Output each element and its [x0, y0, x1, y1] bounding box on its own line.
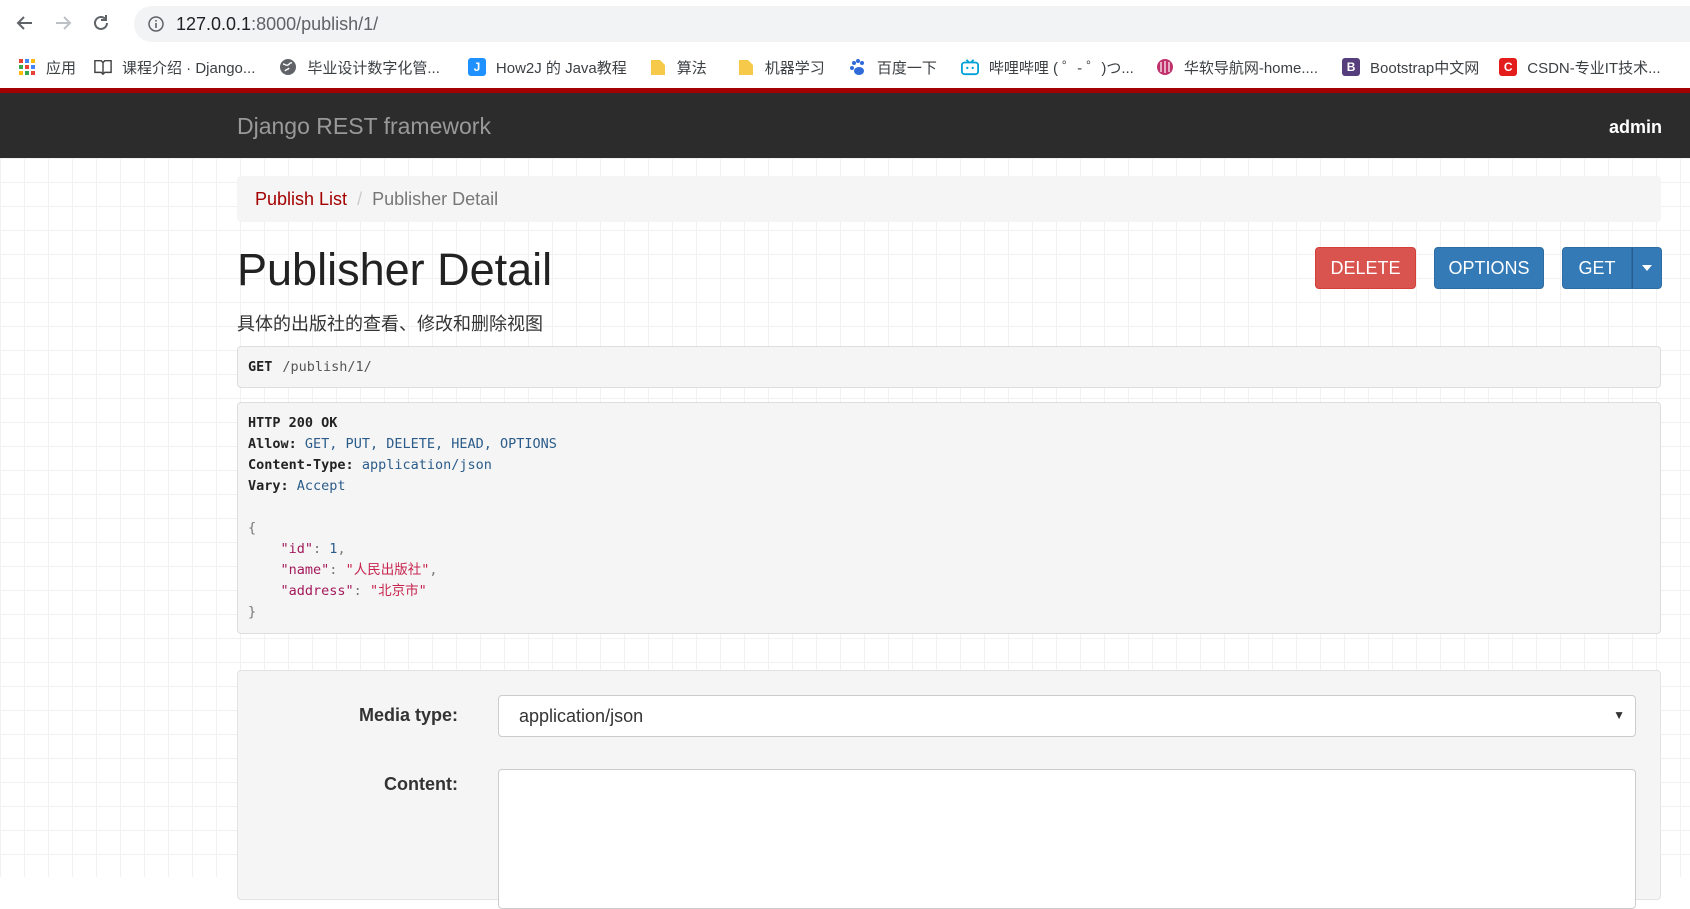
reload-icon	[94, 15, 108, 30]
header-key: Vary:	[248, 478, 289, 494]
json-close-brace: }	[248, 604, 257, 620]
bookmark-label: Bootstrap中文网	[1370, 59, 1480, 77]
csdn-c-icon: C	[1499, 58, 1518, 76]
request-path: /publish/1/	[282, 359, 372, 375]
header-key: Allow:	[248, 436, 297, 452]
bookmark-machine-learning[interactable]: 机器学习	[737, 57, 825, 78]
site-info-icon[interactable]	[148, 16, 164, 32]
header-value: GET, PUT, DELETE, HEAD, OPTIONS	[304, 436, 557, 452]
bookmark-huaruan[interactable]: 华软导航网-home....	[1156, 57, 1318, 78]
baidu-paw-icon	[849, 58, 867, 76]
response-header: Vary: Accept	[248, 476, 1650, 497]
breadcrumb-publish-list[interactable]: Publish List	[255, 189, 347, 210]
bookmark-label: 华软导航网-home....	[1183, 59, 1319, 77]
arrow-left-icon	[16, 16, 32, 30]
response-header: Content-Type: application/json	[248, 455, 1650, 476]
huaruan-logo-icon	[1156, 58, 1174, 76]
bookmark-how2j[interactable]: J How2J 的 Java教程	[467, 57, 627, 78]
book-icon	[94, 58, 112, 76]
url-path: :8000/publish/1/	[251, 13, 379, 34]
header-key: Content-Type:	[248, 457, 354, 473]
bookmark-django-course[interactable]: 课程介绍 · Django...	[94, 57, 255, 78]
json-line-name: "name": "人民出版社",	[280, 562, 438, 578]
forward-button[interactable]	[50, 10, 76, 36]
bookmark-algorithms[interactable]: 算法	[649, 57, 707, 78]
delete-button[interactable]: DELETE	[1315, 247, 1416, 289]
navbar-user[interactable]: admin	[1609, 117, 1662, 138]
request-info: GET /publish/1/	[237, 346, 1661, 388]
get-format-dropdown-button[interactable]	[1632, 247, 1662, 289]
bookmark-label: 应用	[46, 59, 77, 77]
bookmark-label: 课程介绍 · Django...	[122, 59, 256, 77]
response-status: HTTP 200 OK	[248, 415, 338, 431]
bookmark-graduation-project[interactable]: 毕业设计数字化管...	[279, 57, 440, 78]
globe-icon	[279, 58, 297, 76]
bookmarks-bar: 应用 课程介绍 · Django... 毕业设计数字化管... J How2J …	[0, 48, 1690, 86]
raw-data-form: Media type: application/json ▼ Content:	[237, 670, 1661, 909]
header-value: application/json	[361, 457, 492, 473]
bookmark-bootstrap[interactable]: B Bootstrap中文网	[1342, 57, 1479, 78]
response-info: HTTP 200 OK Allow: GET, PUT, DELETE, HEA…	[237, 402, 1661, 634]
browser-toolbar: 127.0.0.1:8000/publish/1/	[0, 0, 1690, 46]
media-type-select[interactable]: application/json ▼	[498, 695, 1636, 737]
json-key: "name"	[280, 562, 330, 578]
bookmark-apps[interactable]: 应用	[18, 57, 76, 78]
caret-down-icon	[1642, 265, 1652, 271]
address-bar[interactable]: 127.0.0.1:8000/publish/1/	[134, 6, 1690, 42]
bookmark-label: 哔哩哔哩 ( ゜- ゜)つ...	[988, 59, 1134, 77]
bookmark-bilibili[interactable]: 哔哩哔哩 ( ゜- ゜)つ...	[960, 57, 1134, 78]
page-description: 具体的出版社的查看、修改和删除视图	[237, 314, 543, 334]
json-value: "人民出版社"	[345, 562, 430, 578]
bookmark-label: How2J 的 Java教程	[495, 59, 627, 77]
json-value: "北京市"	[369, 583, 427, 599]
bookmark-label: CSDN-专业IT技术...	[1527, 59, 1661, 77]
bookmark-label: 机器学习	[764, 59, 825, 77]
select-arrow-icon: ▼	[1613, 708, 1625, 722]
content-label: Content:	[384, 774, 458, 794]
bookmark-label: 毕业设计数字化管...	[307, 59, 440, 77]
media-type-value: application/json	[519, 705, 644, 726]
arrow-right-icon	[56, 16, 72, 30]
breadcrumb-current: Publisher Detail	[372, 188, 499, 209]
content-textarea[interactable]	[498, 769, 1636, 909]
bootstrap-b-icon: B	[1342, 58, 1361, 76]
bookmark-csdn[interactable]: C CSDN-专业IT技术...	[1499, 57, 1661, 78]
how2j-icon: J	[467, 58, 486, 76]
request-method: GET	[248, 359, 273, 375]
back-button[interactable]	[12, 10, 38, 36]
header-value: Accept	[296, 478, 346, 494]
url-host: 127.0.0.1	[176, 13, 252, 34]
breadcrumb: Publish List / Publisher Detail	[237, 176, 1661, 222]
json-key: "id"	[280, 541, 314, 557]
apps-grid-icon	[18, 58, 36, 76]
options-button[interactable]: OPTIONS	[1434, 247, 1544, 289]
breadcrumb-separator: /	[357, 188, 363, 209]
json-line-address: "address": "北京市"	[280, 583, 427, 599]
json-key: "address"	[280, 583, 354, 599]
folder-icon	[649, 58, 667, 76]
json-open-brace: {	[248, 520, 257, 536]
folder-icon	[737, 58, 755, 76]
media-type-label: Media type:	[358, 705, 458, 725]
bilibili-tv-icon	[960, 58, 979, 76]
bookmark-baidu[interactable]: 百度一下	[849, 57, 937, 78]
page-title: Publisher Detail	[237, 244, 553, 295]
get-button[interactable]: GET	[1562, 247, 1632, 289]
navbar: Django REST framework admin	[0, 88, 1690, 158]
bookmark-label: 百度一下	[876, 59, 937, 77]
response-header: Allow: GET, PUT, DELETE, HEAD, OPTIONS	[248, 434, 1650, 455]
reload-button[interactable]	[88, 10, 114, 36]
json-line-id: "id": 1,	[280, 541, 346, 557]
bookmark-label: 算法	[676, 59, 707, 77]
navbar-brand[interactable]: Django REST framework	[237, 113, 491, 140]
